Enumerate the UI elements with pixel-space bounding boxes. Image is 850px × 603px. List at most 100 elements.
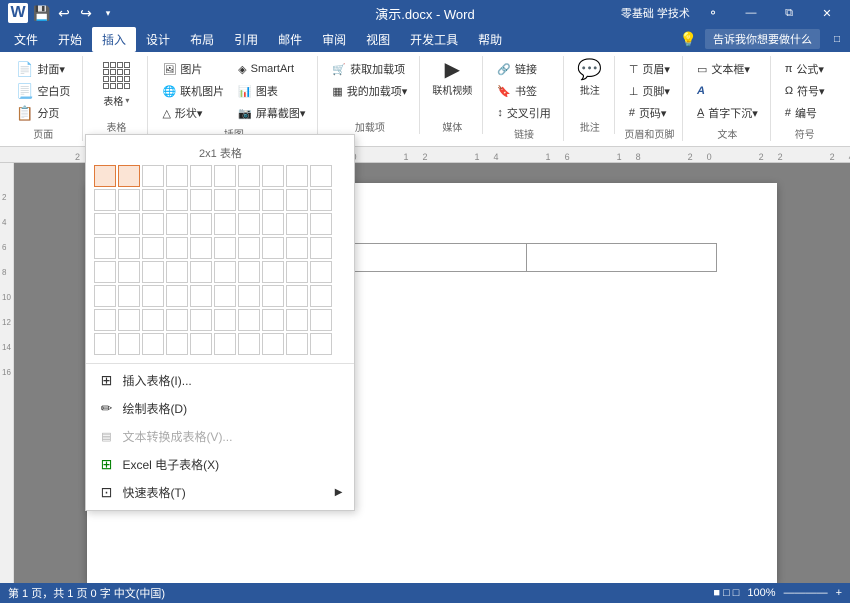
grid-cell[interactable]	[166, 261, 188, 283]
grid-cell[interactable]	[94, 333, 116, 355]
grid-cell[interactable]	[118, 213, 140, 235]
grid-cell[interactable]	[166, 189, 188, 211]
grid-cell[interactable]	[118, 189, 140, 211]
grid-cell[interactable]	[190, 165, 212, 187]
page-break-button[interactable]: 📋分页	[10, 102, 76, 124]
page-number-button[interactable]: # 页码▾	[623, 102, 676, 124]
menu-view[interactable]: 视图	[356, 27, 400, 52]
comment-button[interactable]: 💬 批注	[572, 58, 608, 99]
online-pictures-button[interactable]: 🌐 联机图片	[156, 80, 230, 102]
grid-cell[interactable]	[238, 285, 260, 307]
grid-cell[interactable]	[166, 165, 188, 187]
grid-cell[interactable]	[310, 237, 332, 259]
menu-help[interactable]: 帮助	[468, 27, 512, 52]
grid-cell[interactable]	[310, 189, 332, 211]
grid-cell[interactable]	[310, 165, 332, 187]
cover-page-button[interactable]: 📄封面▾	[10, 58, 76, 80]
hyperlink-button[interactable]: 🔗 链接	[491, 58, 557, 80]
header-button[interactable]: ⊤ 页眉▾	[623, 58, 676, 80]
grid-cell[interactable]	[94, 165, 116, 187]
grid-cell[interactable]	[238, 189, 260, 211]
grid-cell[interactable]	[238, 213, 260, 235]
grid-cell[interactable]	[190, 213, 212, 235]
grid-cell[interactable]	[262, 285, 284, 307]
grid-cell[interactable]	[118, 165, 140, 187]
grid-cell[interactable]	[310, 213, 332, 235]
equation-button[interactable]: π 公式▾	[779, 58, 831, 80]
grid-cell[interactable]	[118, 309, 140, 331]
cross-ref-button[interactable]: ↕ 交叉引用	[491, 102, 557, 124]
grid-cell[interactable]	[262, 213, 284, 235]
numbering-button[interactable]: # 编号	[779, 102, 831, 124]
share-button[interactable]: □	[828, 32, 846, 47]
bookmark-button[interactable]: 🔖 书签	[491, 80, 557, 102]
grid-cell[interactable]	[262, 261, 284, 283]
menu-developer[interactable]: 开发工具	[400, 27, 468, 52]
grid-cell[interactable]	[166, 309, 188, 331]
shapes-button[interactable]: △ 形状▾	[156, 102, 230, 124]
wordart-button[interactable]: A	[691, 80, 764, 102]
grid-cell[interactable]	[142, 261, 164, 283]
minimize-icon[interactable]: ⚬	[702, 6, 724, 20]
grid-cell[interactable]	[142, 309, 164, 331]
smartart-button[interactable]: ◈ SmartArt	[232, 58, 311, 80]
excel-table-item[interactable]: ⊞ Excel 电子表格(X)	[86, 450, 354, 478]
menu-review[interactable]: 审阅	[312, 27, 356, 52]
grid-cell[interactable]	[310, 309, 332, 331]
close-button[interactable]: ✕	[812, 0, 842, 26]
grid-cell[interactable]	[94, 309, 116, 331]
grid-cell[interactable]	[310, 285, 332, 307]
chart-button[interactable]: 📊 图表	[232, 80, 311, 102]
grid-cell[interactable]	[118, 261, 140, 283]
grid-cell[interactable]	[214, 213, 236, 235]
grid-cell[interactable]	[94, 285, 116, 307]
zoom-slider[interactable]: ————	[784, 587, 828, 599]
grid-cell[interactable]	[190, 237, 212, 259]
grid-cell[interactable]	[262, 165, 284, 187]
grid-cell[interactable]	[166, 213, 188, 235]
grid-cell[interactable]	[214, 261, 236, 283]
blank-page-button[interactable]: 📃空白页	[10, 80, 76, 102]
pictures-button[interactable]: 🖼 图片	[156, 58, 230, 80]
grid-cell[interactable]	[238, 237, 260, 259]
grid-cell[interactable]	[94, 261, 116, 283]
grid-cell[interactable]	[94, 237, 116, 259]
grid-cell[interactable]	[262, 237, 284, 259]
restore-button[interactable]: ⧉	[774, 0, 804, 26]
menu-file[interactable]: 文件	[4, 27, 48, 52]
draw-table-item[interactable]: ✏ 绘制表格(D)	[86, 394, 354, 422]
grid-cell[interactable]	[142, 189, 164, 211]
grid-cell[interactable]	[190, 285, 212, 307]
grid-cell[interactable]	[286, 309, 308, 331]
menu-home[interactable]: 开始	[48, 27, 92, 52]
zoom-in-icon[interactable]: +	[836, 587, 842, 599]
grid-cell[interactable]	[142, 285, 164, 307]
grid-cell[interactable]	[286, 333, 308, 355]
grid-cell[interactable]	[286, 189, 308, 211]
menu-mailings[interactable]: 邮件	[268, 27, 312, 52]
grid-cell[interactable]	[238, 333, 260, 355]
grid-cell[interactable]	[214, 285, 236, 307]
symbol-button[interactable]: Ω 符号▾	[779, 80, 831, 102]
footer-button[interactable]: ⊥ 页脚▾	[623, 80, 676, 102]
grid-cell[interactable]	[214, 165, 236, 187]
grid-cell[interactable]	[214, 309, 236, 331]
grid-cell[interactable]	[238, 309, 260, 331]
grid-cell[interactable]	[286, 285, 308, 307]
grid-cell[interactable]	[166, 285, 188, 307]
grid-cell[interactable]	[286, 237, 308, 259]
grid-cell[interactable]	[310, 333, 332, 355]
save-icon[interactable]: 💾	[34, 5, 50, 21]
screenshot-button[interactable]: 📷 屏幕截图▾	[232, 102, 311, 124]
grid-cell[interactable]	[190, 189, 212, 211]
menu-references[interactable]: 引用	[224, 27, 268, 52]
grid-cell[interactable]	[262, 333, 284, 355]
redo-icon[interactable]: ↪	[78, 5, 94, 21]
grid-cell[interactable]	[262, 309, 284, 331]
tell-me-box[interactable]: 告诉我你想要做什么	[705, 29, 820, 49]
dropcap-button[interactable]: A̲ 首字下沉▾	[691, 102, 764, 124]
grid-cell[interactable]	[142, 213, 164, 235]
grid-cell[interactable]	[214, 189, 236, 211]
grid-cell[interactable]	[214, 237, 236, 259]
customize-icon[interactable]: ▾	[100, 5, 116, 21]
